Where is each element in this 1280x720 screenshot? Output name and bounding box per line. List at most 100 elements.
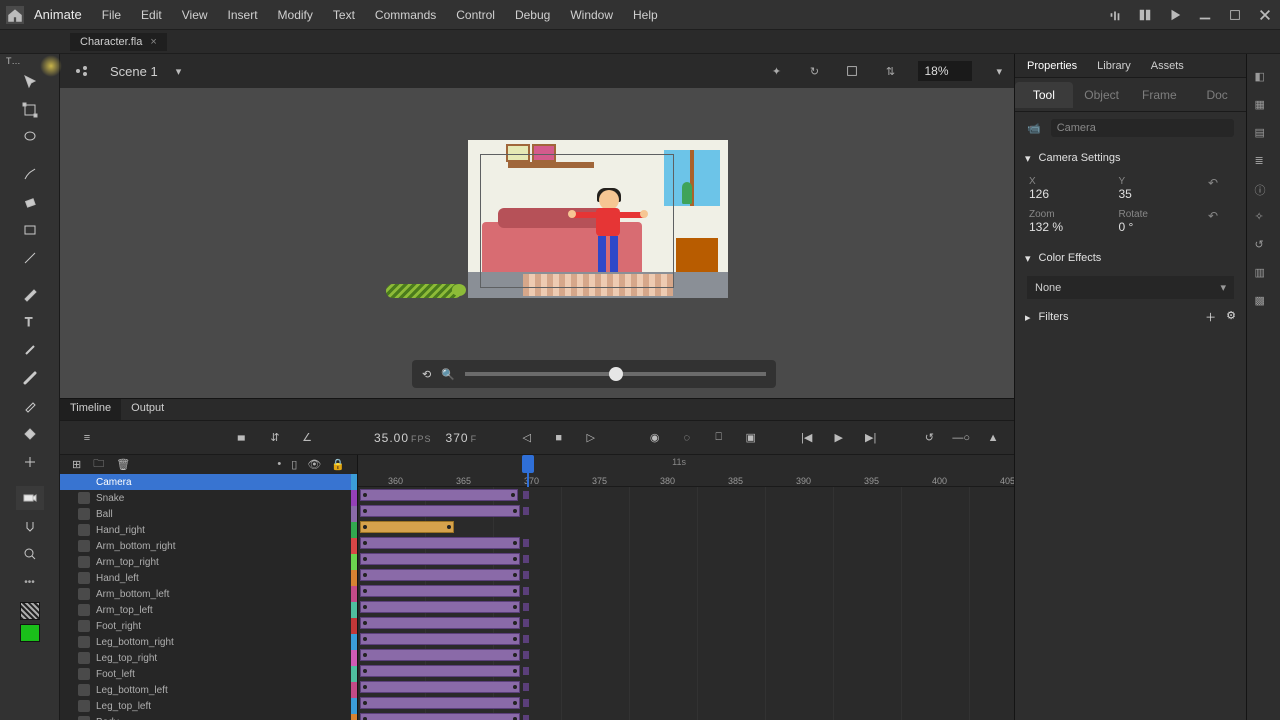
lasso-tool[interactable] bbox=[16, 126, 44, 150]
stage[interactable]: ⟲ 🔍 bbox=[60, 88, 1014, 398]
layer-row[interactable]: Foot_left bbox=[60, 666, 357, 682]
section-label[interactable]: Filters bbox=[1039, 311, 1069, 323]
menu-insert[interactable]: Insert bbox=[228, 8, 258, 22]
keyframe-marker[interactable] bbox=[523, 715, 529, 720]
fit-stage-icon[interactable] bbox=[842, 61, 862, 81]
cam-y-value[interactable]: 35 bbox=[1119, 187, 1199, 201]
menu-debug[interactable]: Debug bbox=[515, 8, 550, 22]
add-filter-icon[interactable]: ＋ bbox=[1205, 309, 1216, 325]
stop-icon[interactable]: ■ bbox=[550, 429, 568, 447]
more-tools-icon[interactable]: ••• bbox=[16, 570, 44, 594]
align-icon[interactable]: ▤ bbox=[1255, 126, 1273, 144]
menu-help[interactable]: Help bbox=[633, 8, 658, 22]
filter-settings-icon[interactable]: ⚙ bbox=[1226, 309, 1236, 325]
layer-row[interactable]: Hand_right bbox=[60, 522, 357, 538]
fill-color-chip[interactable] bbox=[20, 624, 40, 642]
layer-row[interactable]: Foot_right bbox=[60, 618, 357, 634]
delete-layer-icon[interactable]: 🗑 bbox=[116, 458, 130, 471]
zoom-stepper-icon[interactable]: ⇅ bbox=[880, 61, 900, 81]
tool-name-field[interactable]: Camera bbox=[1051, 119, 1234, 137]
menu-view[interactable]: View bbox=[182, 8, 208, 22]
layer-row[interactable]: Arm_bottom_left bbox=[60, 586, 357, 602]
track-row[interactable] bbox=[358, 711, 1014, 720]
layer-row[interactable]: Arm_bottom_right bbox=[60, 538, 357, 554]
track-row[interactable] bbox=[358, 599, 1014, 615]
track-row[interactable] bbox=[358, 487, 1014, 503]
track-row[interactable] bbox=[358, 615, 1014, 631]
layer-row[interactable]: Hand_left bbox=[60, 570, 357, 586]
lock-icon[interactable]: 🔒 bbox=[331, 458, 345, 471]
window-restore-icon[interactable] bbox=[1228, 8, 1242, 22]
cam-rotate-value[interactable]: 0 ° bbox=[1119, 220, 1199, 234]
menu-modify[interactable]: Modify bbox=[278, 8, 313, 22]
track-row[interactable] bbox=[358, 583, 1014, 599]
tween-span[interactable] bbox=[360, 601, 520, 613]
panel-tab-assets[interactable]: Assets bbox=[1141, 56, 1194, 76]
graph-icon[interactable]: ∠ bbox=[298, 429, 316, 447]
bone-tool[interactable] bbox=[16, 338, 44, 362]
layer-row[interactable]: Leg_bottom_left bbox=[60, 682, 357, 698]
info-icon[interactable]: ⓘ bbox=[1255, 182, 1273, 200]
swatches-icon[interactable]: ▩ bbox=[1255, 294, 1273, 312]
keyframe-marker[interactable] bbox=[523, 619, 529, 627]
snap-icon[interactable]: ✦ bbox=[766, 61, 786, 81]
layer-row[interactable]: Arm_top_right bbox=[60, 554, 357, 570]
keyframe-marker[interactable] bbox=[523, 587, 529, 595]
tab-output[interactable]: Output bbox=[121, 399, 174, 420]
keyframe-marker[interactable] bbox=[523, 571, 529, 579]
close-icon[interactable]: × bbox=[150, 36, 156, 48]
track-row[interactable] bbox=[358, 503, 1014, 519]
color-effect-dropdown[interactable]: None ▾ bbox=[1027, 276, 1234, 299]
menu-window[interactable]: Window bbox=[570, 8, 613, 22]
track-row[interactable] bbox=[358, 631, 1014, 647]
tween-span[interactable] bbox=[360, 537, 520, 549]
camera-slider[interactable]: ⟲ 🔍 bbox=[412, 360, 776, 388]
reset-position-icon[interactable]: ↶ bbox=[1208, 176, 1232, 201]
skip-end-icon[interactable]: ▶| bbox=[862, 429, 880, 447]
camera-tool[interactable] bbox=[16, 486, 44, 510]
zoom-field[interactable]: 18% bbox=[918, 61, 972, 81]
step-back-icon[interactable]: ◁ bbox=[518, 429, 536, 447]
eraser-tool[interactable] bbox=[16, 190, 44, 214]
scene-name[interactable]: Scene 1 bbox=[110, 64, 158, 79]
line-tool[interactable] bbox=[16, 246, 44, 270]
keyframe-marker[interactable] bbox=[523, 603, 529, 611]
track-row[interactable] bbox=[358, 663, 1014, 679]
zoom-tool[interactable] bbox=[16, 542, 44, 566]
add-layer-icon[interactable]: ⊞ bbox=[72, 458, 81, 471]
tween-span[interactable] bbox=[360, 697, 520, 709]
subtab-tool[interactable]: Tool bbox=[1015, 82, 1073, 108]
window-minimize-icon[interactable] bbox=[1198, 8, 1212, 22]
folder-layer-icon[interactable]: 🗀 bbox=[93, 455, 104, 474]
onion-skin-slider[interactable]: —○ bbox=[952, 432, 970, 444]
tween-span[interactable] bbox=[360, 505, 520, 517]
track-row[interactable] bbox=[358, 551, 1014, 567]
layer-parent-icon[interactable]: ⇵ bbox=[266, 429, 284, 447]
reset-zoom-icon[interactable]: ↶ bbox=[1208, 209, 1232, 234]
panel-tab-library[interactable]: Library bbox=[1087, 56, 1141, 76]
play-button[interactable]: ▶ bbox=[830, 429, 848, 447]
tween-span[interactable] bbox=[360, 585, 520, 597]
free-transform-tool[interactable] bbox=[16, 98, 44, 122]
stroke-color-chip[interactable] bbox=[20, 602, 40, 620]
cam-zoom-value[interactable]: 132 % bbox=[1029, 220, 1109, 234]
tween-span[interactable] bbox=[360, 553, 520, 565]
share-icon[interactable] bbox=[1108, 8, 1122, 22]
onion-skin-icon[interactable]: ▲ bbox=[984, 429, 1002, 447]
rotate-icon[interactable]: ⟲ bbox=[422, 368, 431, 381]
layer-row[interactable]: Ball bbox=[60, 506, 357, 522]
keyframe-marker[interactable] bbox=[523, 651, 529, 659]
asset-warp-tool[interactable] bbox=[16, 450, 44, 474]
layer-row[interactable]: Leg_top_right bbox=[60, 650, 357, 666]
text-tool[interactable]: T bbox=[16, 310, 44, 334]
camera-slider-track[interactable] bbox=[465, 372, 766, 376]
frame-value[interactable]: 370 bbox=[446, 431, 469, 445]
pen-tool[interactable] bbox=[16, 282, 44, 306]
keyframe-marker[interactable] bbox=[523, 699, 529, 707]
tween-span[interactable] bbox=[360, 713, 520, 720]
insert-blank-keyframe-icon[interactable]: ◌ bbox=[678, 429, 696, 447]
paint-bucket-tool[interactable] bbox=[16, 422, 44, 446]
menu-commands[interactable]: Commands bbox=[375, 8, 436, 22]
camera-toggle-icon[interactable] bbox=[234, 429, 252, 447]
keyframe-marker[interactable] bbox=[523, 539, 529, 547]
